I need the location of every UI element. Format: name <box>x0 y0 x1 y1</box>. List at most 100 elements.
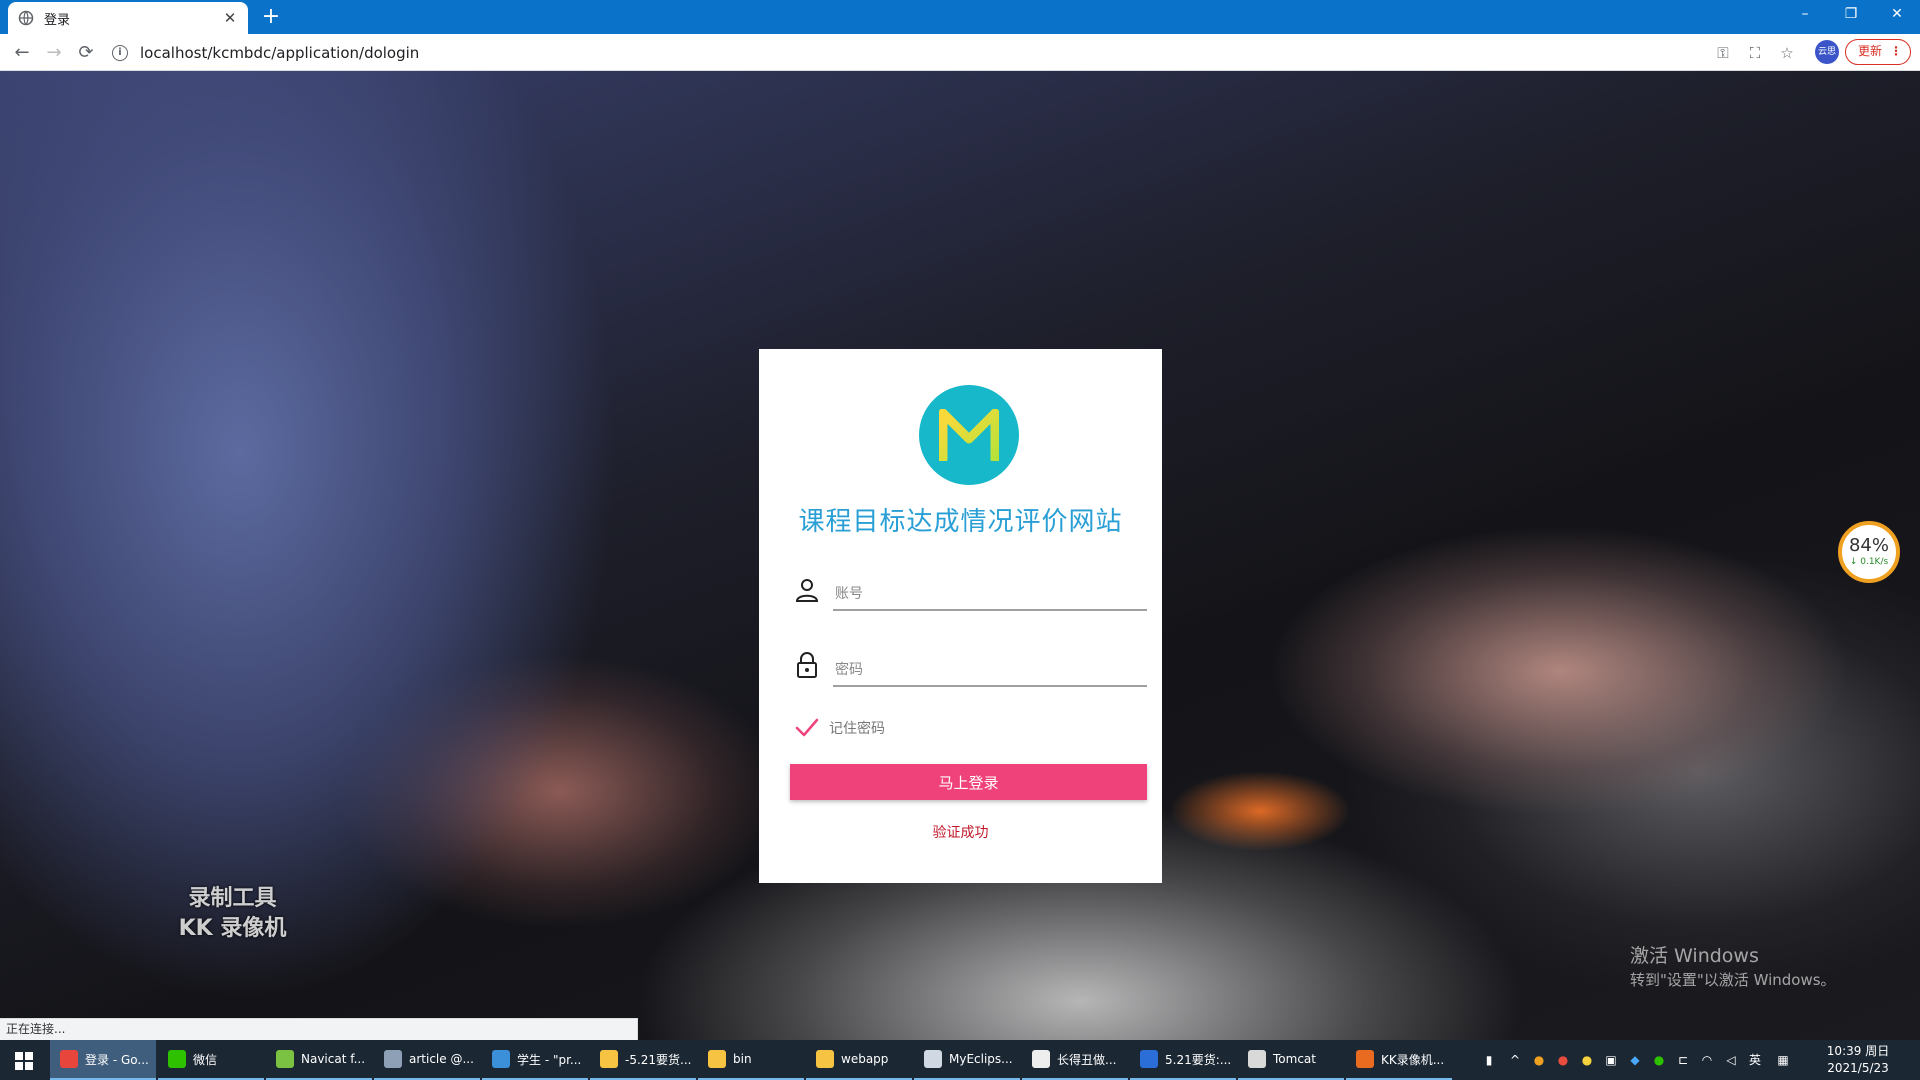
site-info-icon[interactable]: i <box>112 44 128 61</box>
forward-arrow-icon[interactable]: → <box>41 40 67 66</box>
tray-volume-icon[interactable]: ◁ <box>1720 1040 1742 1080</box>
login-card: 课程目标达成情况评价网站 记住密码 马上登录 验证成功 <box>759 349 1162 883</box>
windows-logo-icon <box>15 1052 33 1070</box>
tab-login[interactable]: 登录 ✕ <box>8 2 248 34</box>
system-clock[interactable]: 10:39 周日 2021/5/23 <box>1808 1043 1908 1077</box>
address-bar[interactable]: i localhost/kcmbdc/application/dologin <box>112 38 1672 67</box>
chrome-icon <box>60 1050 78 1068</box>
taskbar-item-label: MyEclips... <box>949 1052 1013 1066</box>
tray-expand-icon[interactable]: ^ <box>1504 1040 1526 1080</box>
user-icon <box>795 579 819 602</box>
clock-date: 2021/5/23 <box>1827 1061 1889 1075</box>
close-window-button[interactable]: ✕ <box>1874 0 1920 28</box>
wechat-icon <box>168 1050 186 1068</box>
taskbar-item[interactable]: -5.21要货... <box>590 1040 696 1080</box>
profile-avatar[interactable]: 云思 <box>1815 40 1839 64</box>
minimize-button[interactable]: – <box>1782 0 1828 28</box>
new-tab-button[interactable]: + <box>258 4 284 30</box>
taskbar-item[interactable]: MyEclips... <box>914 1040 1020 1080</box>
tray-app-icon[interactable]: ● <box>1528 1040 1550 1080</box>
password-key-icon[interactable]: ⚿ <box>1712 42 1734 64</box>
network-speed-widget[interactable]: 84% ↓ 0.1K/s <box>1838 521 1900 583</box>
taskbar-item[interactable]: 长得丑做... <box>1022 1040 1128 1080</box>
update-button[interactable]: 更新 ⋮ <box>1845 39 1911 65</box>
menu-dots-icon: ⋮ <box>1890 44 1902 58</box>
tray-wifi-icon[interactable]: ◠ <box>1696 1040 1718 1080</box>
verify-message: 验证成功 <box>932 825 989 841</box>
taskbar-item[interactable]: 微信 <box>158 1040 264 1080</box>
clock-time: 10:39 周日 <box>1826 1044 1890 1058</box>
bookmark-star-icon[interactable]: ☆ <box>1776 42 1798 64</box>
account-input[interactable] <box>833 573 1147 611</box>
browser-toolbar: ← → ⟳ i localhost/kcmbdc/application/dol… <box>0 34 1920 71</box>
article-icon <box>384 1050 402 1068</box>
tray-monitor-icon[interactable]: ▣ <box>1600 1040 1622 1080</box>
taskbar-item[interactable]: article @... <box>374 1040 480 1080</box>
back-arrow-icon[interactable]: ← <box>9 40 35 66</box>
taskbar-item[interactable]: 5.21要货:... <box>1130 1040 1236 1080</box>
tray-power-icon[interactable]: ⊏ <box>1672 1040 1694 1080</box>
remember-label: 记住密码 <box>829 721 885 737</box>
loading-status: 正在连接... <box>0 1018 638 1040</box>
activate-title: 激活 Windows <box>1630 945 1759 967</box>
remember-password-checkbox[interactable]: 记住密码 <box>795 717 885 739</box>
activate-sub: 转到"设置"以激活 Windows。 <box>1630 971 1836 989</box>
taskbar-item-label: KK录像机... <box>1381 1052 1445 1067</box>
tray-cube-icon[interactable]: ◆ <box>1624 1040 1646 1080</box>
taskbar-item-label: webapp <box>841 1052 889 1066</box>
taskbar-item-label: 学生 - "pr... <box>517 1052 582 1067</box>
taskbar-item[interactable]: webapp <box>806 1040 912 1080</box>
globe-icon <box>18 10 34 26</box>
tomcat-icon <box>1248 1050 1266 1068</box>
kk-icon <box>1356 1050 1374 1068</box>
windows-taskbar: 登录 - Go... 微信 Navicat f... article @... 学生 -… <box>0 1040 1920 1080</box>
taskbar-item[interactable]: 学生 - "pr... <box>482 1040 588 1080</box>
restore-button[interactable]: ❐ <box>1828 0 1874 28</box>
word-icon <box>1140 1050 1158 1068</box>
taskbar-item-label: 登录 - Go... <box>85 1052 149 1067</box>
login-button[interactable]: 马上登录 <box>790 764 1147 800</box>
recorder-line2: KK 录像机 <box>178 916 287 941</box>
site-title: 课程目标达成情况评价网站 <box>798 507 1123 537</box>
taskbar-item[interactable]: Tomcat <box>1238 1040 1344 1080</box>
taskbar-item-label: 5.21要货:... <box>1165 1052 1232 1067</box>
taskbar-item-label: article @... <box>409 1052 474 1066</box>
taskbar-item[interactable]: 登录 - Go... <box>50 1040 156 1080</box>
translate-icon[interactable]: ⛶ <box>1744 42 1766 64</box>
taskbar-item[interactable]: Navicat f... <box>266 1040 372 1080</box>
taskbar-item-label: -5.21要货... <box>625 1052 692 1067</box>
page-background: 录制工具 KK 录像机 激活 Windows 转到"设置"以激活 Windows… <box>0 71 1920 1040</box>
url-text: localhost/kcmbdc/application/dologin <box>140 43 420 62</box>
speed-rate: ↓ 0.1K/s <box>1849 557 1889 567</box>
eclipse-icon <box>924 1050 942 1068</box>
tab-title: 登录 <box>44 12 71 28</box>
tray-battery-icon[interactable]: ▮ <box>1478 1040 1500 1080</box>
start-button[interactable] <box>0 1040 48 1080</box>
folder-icon <box>600 1050 618 1068</box>
taskbar-item-label: Tomcat <box>1273 1052 1316 1066</box>
lock-icon <box>797 652 817 678</box>
tray-wechat-icon[interactable]: ● <box>1648 1040 1670 1080</box>
taskbar-item-label: bin <box>733 1052 752 1066</box>
keyboard-icon[interactable]: ▦ <box>1772 1040 1794 1080</box>
taskbar-item[interactable]: bin <box>698 1040 804 1080</box>
checkmark-icon <box>795 718 819 737</box>
navicat-icon <box>276 1050 294 1068</box>
browser-tab-bar: 登录 ✕ + – ❐ ✕ <box>0 0 1920 34</box>
ime-indicator[interactable]: 英 <box>1744 1040 1766 1080</box>
tray-qq-icon[interactable]: ● <box>1552 1040 1574 1080</box>
taskbar-item-label: Navicat f... <box>301 1052 366 1066</box>
taskbar-item-label: 长得丑做... <box>1057 1052 1117 1067</box>
password-input[interactable] <box>833 649 1147 687</box>
folder-icon <box>816 1050 834 1068</box>
update-label: 更新 <box>1858 44 1883 58</box>
logo-m-icon <box>939 409 999 461</box>
taskbar-item[interactable]: KK录像机... <box>1346 1040 1452 1080</box>
editor-icon <box>492 1050 510 1068</box>
taskbar-item-label: 微信 <box>193 1052 218 1067</box>
reload-icon[interactable]: ⟳ <box>73 40 99 66</box>
site-logo <box>919 385 1019 485</box>
tab-close-icon[interactable]: ✕ <box>222 9 238 27</box>
tray-app2-icon[interactable]: ● <box>1576 1040 1598 1080</box>
recorder-line1: 录制工具 <box>188 886 277 911</box>
